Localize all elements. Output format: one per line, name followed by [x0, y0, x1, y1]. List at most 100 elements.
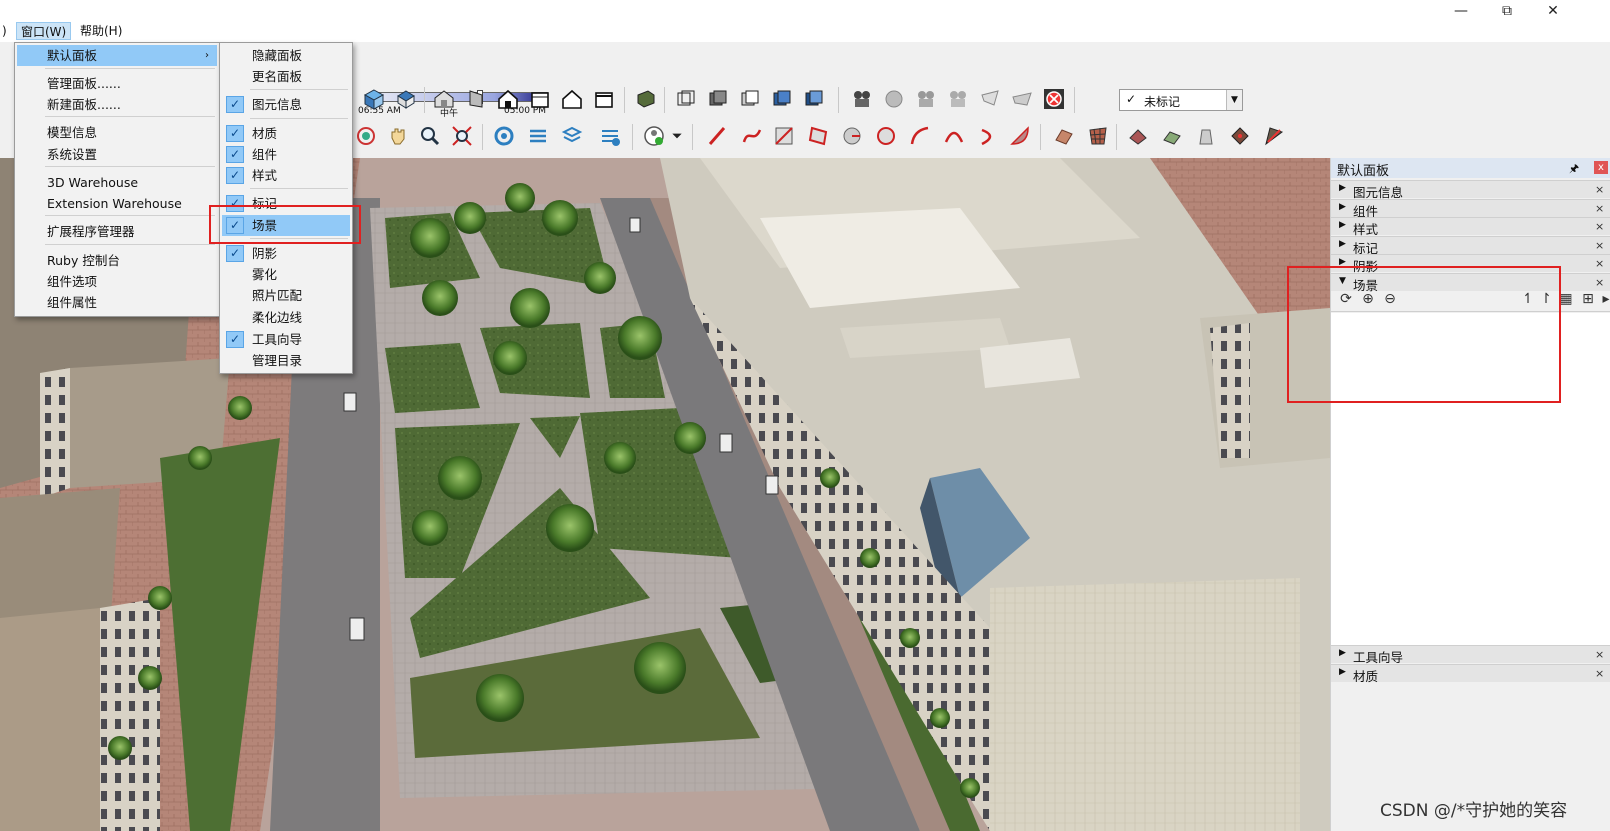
tray-submenu-item[interactable]: 雾化 — [222, 264, 350, 285]
hidden-line-style-icon[interactable] — [736, 85, 764, 113]
top-view-icon[interactable] — [392, 85, 420, 113]
tray-submenu-item[interactable]: 更名面板 — [222, 66, 350, 87]
flip-edge-icon[interactable] — [1260, 122, 1288, 150]
tray-close-button[interactable]: x — [1594, 161, 1608, 174]
tray-submenu-item[interactable]: ✓ 阴影 — [222, 243, 350, 264]
sandbox-icon[interactable] — [1050, 122, 1078, 150]
prohibit-icon[interactable] — [1040, 85, 1068, 113]
tray-submenu-item[interactable]: ✓ 工具向导 — [222, 329, 350, 350]
front-view-icon[interactable] — [430, 85, 458, 113]
close-icon[interactable]: × — [1595, 183, 1604, 196]
wireframe-style-icon[interactable] — [704, 85, 732, 113]
xray-style-icon[interactable] — [672, 85, 700, 113]
arc-icon[interactable] — [906, 122, 934, 150]
stack-tool-icon[interactable] — [558, 122, 586, 150]
pie-icon[interactable] — [1006, 122, 1034, 150]
window-menu-item[interactable]: 扩展程序管理器 — [17, 221, 217, 242]
tray-submenu-item[interactable]: 照片匹配 — [222, 285, 350, 306]
show-details-icon[interactable]: ⊞ — [1579, 290, 1597, 308]
section-view-icon[interactable] — [590, 85, 618, 113]
camera-2-icon[interactable] — [912, 85, 940, 113]
collapsed-triangle-icon[interactable]: ▶ — [1339, 239, 1346, 249]
arc-2-icon[interactable] — [940, 122, 968, 150]
tray-submenu-item[interactable]: 隐藏面板 — [222, 45, 350, 66]
drape-icon[interactable] — [1158, 122, 1186, 150]
pencil-icon[interactable] — [704, 122, 732, 150]
bottom-view-icon[interactable] — [558, 85, 586, 113]
close-window-button[interactable]: ✕ — [1530, 0, 1576, 22]
gear-tool-icon[interactable] — [490, 122, 518, 150]
smoove-icon[interactable] — [1192, 122, 1220, 150]
collapse-icon[interactable]: ▸ — [1597, 290, 1610, 308]
iso-view-icon[interactable] — [360, 85, 388, 113]
zoom-icon[interactable] — [416, 122, 444, 150]
collapsed-triangle-icon[interactable]: ▶ — [1339, 220, 1346, 230]
back-view-icon[interactable] — [494, 85, 522, 113]
shaded-style-icon[interactable] — [768, 85, 796, 113]
flag-2-icon[interactable] — [1008, 85, 1036, 113]
help-menu[interactable]: 帮助(H) — [76, 22, 126, 40]
rectangle-icon[interactable] — [770, 122, 798, 150]
tray-submenu-item[interactable]: 管理目录 — [222, 350, 350, 371]
tray-section-header[interactable]: ▶ 组件 × — [1331, 198, 1610, 219]
close-icon[interactable]: × — [1595, 257, 1604, 270]
collapsed-triangle-icon[interactable]: ▶ — [1339, 202, 1346, 212]
window-menu-item[interactable]: 默认面板 › — [17, 45, 217, 66]
grid-mesh-icon[interactable] — [1084, 122, 1112, 150]
window-menu-item[interactable]: 模型信息 — [17, 122, 217, 143]
window-menu-item[interactable]: Ruby 控制台 — [17, 250, 217, 271]
window-menu-item[interactable]: 系统设置 — [17, 144, 217, 165]
tray-section-header[interactable]: ▶ 图元信息 × — [1331, 180, 1610, 200]
pan-hand-icon[interactable] — [384, 122, 412, 150]
chevron-down-icon[interactable]: ▼ — [1226, 90, 1242, 110]
settings-tool-icon[interactable] — [596, 122, 624, 150]
tray-submenu-item[interactable]: ✓ 组件 — [222, 144, 350, 165]
close-icon[interactable]: × — [1595, 202, 1604, 215]
stamp-icon[interactable] — [1124, 122, 1152, 150]
collapsed-triangle-icon[interactable]: ▶ — [1339, 648, 1346, 658]
window-menu-item[interactable]: 新建面板...... — [17, 94, 217, 115]
layers-tool-icon[interactable] — [524, 122, 552, 150]
tray-submenu-item[interactable]: 柔化边线 — [222, 307, 350, 328]
window-menu[interactable]: 窗口(W) — [16, 22, 72, 40]
close-icon[interactable]: × — [1595, 648, 1604, 661]
left-view-icon[interactable] — [526, 85, 554, 113]
collapsed-triangle-icon[interactable]: ▶ — [1339, 667, 1346, 677]
close-icon[interactable]: × — [1595, 239, 1604, 252]
right-view-icon[interactable] — [462, 85, 490, 113]
flag-icon[interactable] — [976, 85, 1004, 113]
tray-submenu-item[interactable]: ✓ 图元信息 — [222, 94, 350, 115]
layer-display-icon[interactable] — [632, 85, 660, 113]
orbit-icon[interactable] — [352, 122, 380, 150]
zoom-extents-icon[interactable] — [448, 122, 476, 150]
close-icon[interactable]: × — [1595, 220, 1604, 233]
window-menu-item[interactable]: 组件属性 — [17, 292, 217, 313]
tray-section-header[interactable]: ▶ 材质 × — [1331, 664, 1610, 684]
window-menu-item[interactable]: 3D Warehouse — [17, 172, 217, 193]
menu-fragment[interactable]: ) — [0, 22, 11, 40]
freehand-icon[interactable] — [738, 122, 766, 150]
circle-icon[interactable] — [838, 122, 866, 150]
user-icon[interactable] — [640, 122, 668, 150]
pin-icon[interactable]: 🖈 — [1569, 160, 1579, 179]
camera-3-icon[interactable] — [944, 85, 972, 113]
tray-submenu-item[interactable]: ✓ 材质 — [222, 123, 350, 144]
textured-style-icon[interactable] — [800, 85, 828, 113]
minimize-button[interactable]: — — [1438, 0, 1484, 22]
tray-section-header[interactable]: ▶ 工具向导 × — [1331, 645, 1610, 665]
collapsed-triangle-icon[interactable]: ▶ — [1339, 183, 1346, 193]
rotated-rectangle-icon[interactable] — [804, 122, 832, 150]
restore-button[interactable]: ⧉ — [1484, 0, 1530, 22]
tag-dropdown[interactable]: ✓ 未标记 ▼ — [1119, 89, 1243, 111]
window-menu-item[interactable]: Extension Warehouse — [17, 193, 217, 214]
user-dropdown-chevron-down-icon[interactable] — [668, 122, 684, 150]
reel-icon[interactable] — [880, 85, 908, 113]
tray-submenu-item[interactable]: ✓ 样式 — [222, 165, 350, 186]
window-menu-item[interactable]: 管理面板...... — [17, 73, 217, 94]
camera-icon[interactable] — [848, 85, 876, 113]
arc-3-icon[interactable] — [974, 122, 1002, 150]
window-menu-item[interactable]: 组件选项 — [17, 271, 217, 292]
close-icon[interactable]: × — [1595, 667, 1604, 680]
add-detail-icon[interactable] — [1226, 122, 1254, 150]
polygon-icon[interactable] — [872, 122, 900, 150]
